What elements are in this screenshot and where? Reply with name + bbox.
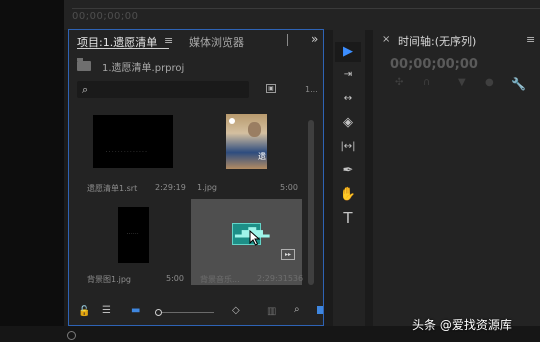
speed-badge-icon: ▸▸ [281,249,295,260]
clip-duration: 5:00 [280,183,298,192]
zoom-slider-knob[interactable] [155,309,162,316]
person-photo-figure [248,122,261,137]
automate-to-sequence-icon[interactable]: ▥ [267,306,276,317]
zoom-slider-track[interactable] [162,312,214,313]
new-item-icon[interactable] [317,306,323,314]
bottom-logo-icon [67,331,76,340]
top-divider [72,8,540,9]
search-input[interactable] [77,81,249,98]
selection-tool-icon[interactable]: ▶ [335,42,361,62]
timeline-menu-icon[interactable]: ≡ [526,33,535,46]
item-count: 1... [305,85,318,94]
ripple-edit-tool-icon[interactable]: ↔ [335,89,361,109]
clip-name[interactable]: 背景图1.jpg [87,274,131,285]
clip-thumbnail-text: - - - - - - [127,231,139,235]
more-tabs-icon[interactable]: » [311,32,318,46]
type-tool-icon[interactable]: T [335,208,361,228]
close-icon[interactable]: × [382,34,390,45]
wrench-icon[interactable]: 🔧 [511,77,526,91]
slip-tool-icon[interactable]: |↔| [335,137,361,157]
find-icon[interactable]: ⌕ [294,304,300,315]
project-panel: 项目:1.遗愿清单 ≡ 媒体浏览器 » 1.遗愿清单.prproj ⌕ ▣ 1.… [68,29,324,326]
clip-duration: 5:00 [166,274,184,283]
list-view-icon[interactable]: ☰ [102,305,111,316]
clip-name[interactable]: 背景音乐... [200,274,240,285]
timeline-timecode[interactable]: 00;00;00;00 [390,57,478,72]
project-file-name: 1.遗愿清单.prproj [102,63,185,74]
clip-thumbnail-text: - - - - - - - - - - - - - - [106,149,148,153]
clip-duration: 2:29:19 [155,183,186,192]
active-tab-underline [77,48,169,49]
add-marker-icon[interactable]: ▼ [458,77,466,88]
watermark-text: 头条 @爱找资源库 [412,318,512,332]
pen-tool-icon[interactable]: ✒ [335,161,361,181]
icon-view-icon[interactable]: ▬ [131,305,140,316]
timeline-panel [373,29,540,326]
top-timecode: 00;00;00;00 [72,11,139,22]
left-dark-strip [0,0,64,342]
tab-media-browser[interactable]: 媒体浏览器 [189,34,244,50]
new-search-bin-icon[interactable]: ▣ [266,84,276,93]
clip-duration: 2:29:31536 [257,274,304,283]
linked-selection-icon[interactable]: ∩ [423,77,430,88]
panel-menu-icon[interactable]: ≡ [164,34,173,47]
snap-icon[interactable]: ✣ [395,77,403,88]
clip-thumbnail-srt[interactable] [93,115,173,168]
sort-icon[interactable]: ◇ [232,305,240,316]
search-icon: ⌕ [82,83,89,96]
mouse-cursor-icon [249,230,261,246]
clip-name[interactable]: 1.jpg [197,183,217,192]
razor-tool-icon[interactable]: ◈ [335,113,361,133]
scrollbar-thumb[interactable] [308,120,314,285]
tab-separator [287,34,288,46]
clip-name[interactable]: 遗愿清单1.srt [87,183,137,194]
timeline-title[interactable]: 时间轴:(无序列) [398,33,476,49]
folder-icon [77,58,91,71]
clip-thumbnail-background[interactable] [118,207,149,263]
hand-tool-icon[interactable]: ✋ [335,185,361,205]
marker-icon[interactable]: ● [485,77,494,88]
track-select-tool-icon[interactable]: ⇥ [335,65,361,85]
clip-badge-icon [229,118,235,124]
lock-icon[interactable]: 🔓 [78,306,90,317]
clip-thumbnail-text: 遗 [258,152,266,161]
